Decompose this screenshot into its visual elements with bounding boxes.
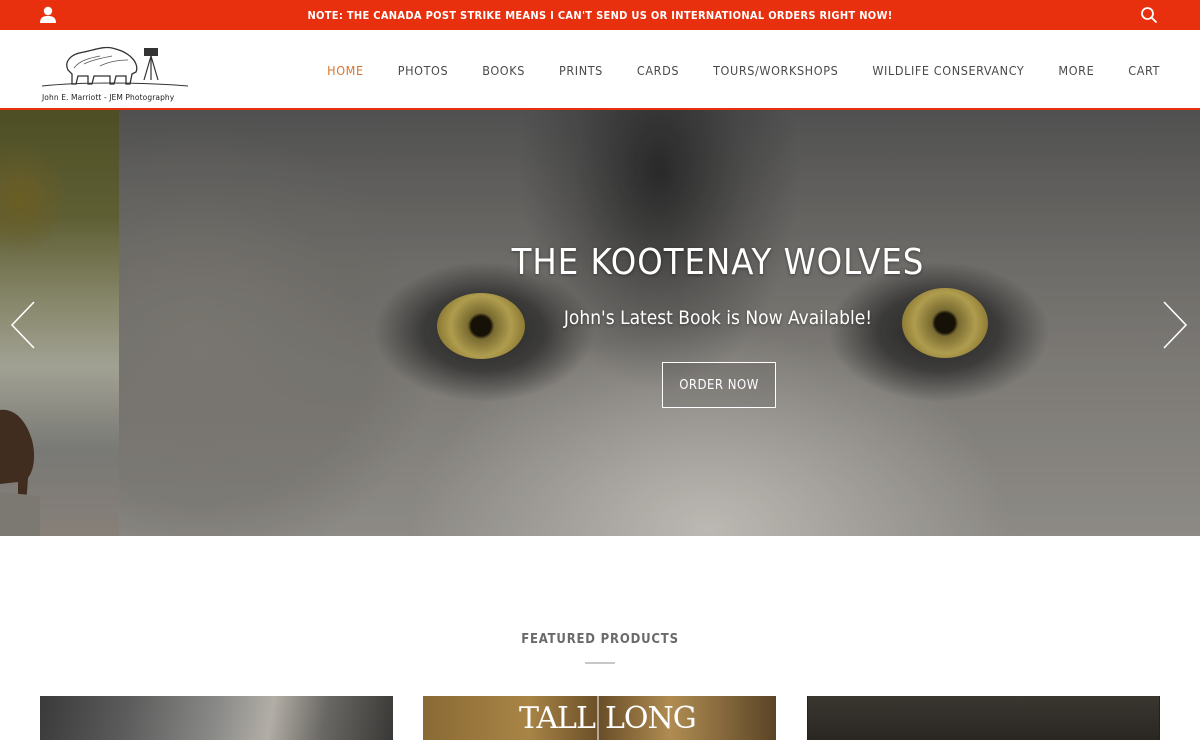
- featured-products-title: FEATURED PRODUCTS: [521, 632, 679, 647]
- user-icon[interactable]: [38, 6, 58, 24]
- hero-slideshow: THE KOOTENAY WOLVES John's Latest Book i…: [0, 110, 1200, 536]
- nav-item-home[interactable]: HOME: [327, 63, 364, 78]
- hero-title: THE KOOTENAY WOLVES: [511, 242, 925, 283]
- site-header: John E. Marriott - JEM Photography HOME …: [0, 30, 1200, 110]
- logo-caption: John E. Marriott - JEM Photography: [42, 93, 175, 102]
- logo[interactable]: John E. Marriott - JEM Photography: [40, 40, 190, 102]
- nav-item-photos[interactable]: PHOTOS: [398, 63, 449, 78]
- chevron-left-icon[interactable]: [8, 300, 38, 350]
- announcement-bar: NOTE: THE CANADA POST STRIKE MEANS I CAN…: [0, 0, 1200, 30]
- book-cover-text-2: LONG: [605, 701, 697, 736]
- product-card-3[interactable]: [807, 696, 1160, 740]
- nav-item-tours-workshops[interactable]: TOURS/WORKSHOPS: [713, 63, 838, 78]
- announcement-text: NOTE: THE CANADA POST STRIKE MEANS I CAN…: [307, 8, 893, 22]
- product-card-2[interactable]: TALL LONG: [423, 696, 776, 740]
- nav-item-more[interactable]: MORE: [1058, 63, 1094, 78]
- hero-subtitle: John's Latest Book is Now Available!: [563, 307, 873, 329]
- order-now-button[interactable]: ORDER NOW: [662, 362, 776, 408]
- search-icon[interactable]: [1140, 6, 1158, 24]
- bear-logo-icon: [41, 46, 189, 87]
- nav-item-cards[interactable]: CARDS: [637, 63, 679, 78]
- nav-item-books[interactable]: BOOKS: [482, 63, 525, 78]
- product-card-1[interactable]: [40, 696, 393, 740]
- featured-divider: [585, 662, 615, 664]
- nav-item-cart[interactable]: CART: [1128, 63, 1160, 78]
- book-spine: [597, 696, 599, 740]
- chevron-right-icon[interactable]: [1160, 300, 1190, 350]
- main-nav: HOME PHOTOS BOOKS PRINTS CARDS TOURS/WOR…: [293, 30, 1160, 110]
- nav-item-prints[interactable]: PRINTS: [559, 63, 603, 78]
- nav-item-wildlife-conservancy[interactable]: WILDLIFE CONSERVANCY: [872, 63, 1024, 78]
- book-cover-text-1: TALL: [519, 701, 596, 736]
